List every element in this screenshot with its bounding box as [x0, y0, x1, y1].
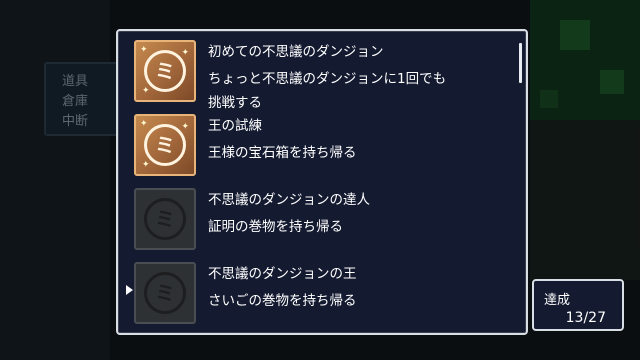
- achievement-row[interactable]: ミ ✦ ✦ ✦ 初めての不思議のダンジョン ちょっと不思議のダンジョンに1回でも…: [134, 38, 504, 114]
- achievement-description: 王様の宝石箱を持ち帰る: [208, 145, 357, 161]
- achievement-title: 不思議のダンジョンの達人: [208, 192, 370, 208]
- counter-label: 達成: [544, 293, 571, 308]
- selection-cursor-icon: [126, 285, 133, 295]
- achievement-description: ちょっと不思議のダンジョンに1回でも挑戦する: [208, 71, 447, 111]
- achievement-row[interactable]: ミ 不思議のダンジョンの王 さいごの巻物を持ち帰る: [134, 260, 504, 336]
- locked-medal-icon: ミ: [134, 262, 196, 324]
- achievement-row[interactable]: ミ ✦ ✦ ✦ 王の試練 王様の宝石箱を持ち帰る: [134, 112, 504, 188]
- gold-medal-icon: ミ ✦ ✦ ✦: [134, 114, 196, 176]
- achievement-title: 不思議のダンジョンの王: [208, 266, 357, 282]
- menu-item-items[interactable]: 道具: [62, 72, 118, 92]
- achievement-description: 証明の巻物を持ち帰る: [208, 219, 343, 235]
- achievement-title: 王の試練: [208, 118, 262, 134]
- achievement-title: 初めての不思議のダンジョン: [208, 44, 384, 60]
- achievement-row[interactable]: ミ 不思議のダンジョンの達人 証明の巻物を持ち帰る: [134, 186, 504, 262]
- achievement-counter: 達成 13/27: [532, 279, 624, 331]
- menu-item-suspend[interactable]: 中断: [62, 112, 118, 132]
- locked-medal-icon: ミ: [134, 188, 196, 250]
- counter-value: 13/27: [565, 310, 606, 326]
- scrollbar[interactable]: [519, 43, 522, 83]
- menu-item-storage[interactable]: 倉庫: [62, 92, 118, 112]
- command-menu: 道具 倉庫 中断: [44, 62, 120, 136]
- achievement-description: さいごの巻物を持ち帰る: [208, 293, 357, 309]
- gold-medal-icon: ミ ✦ ✦ ✦: [134, 40, 196, 102]
- achievements-window: ミ ✦ ✦ ✦ 初めての不思議のダンジョン ちょっと不思議のダンジョンに1回でも…: [116, 29, 528, 335]
